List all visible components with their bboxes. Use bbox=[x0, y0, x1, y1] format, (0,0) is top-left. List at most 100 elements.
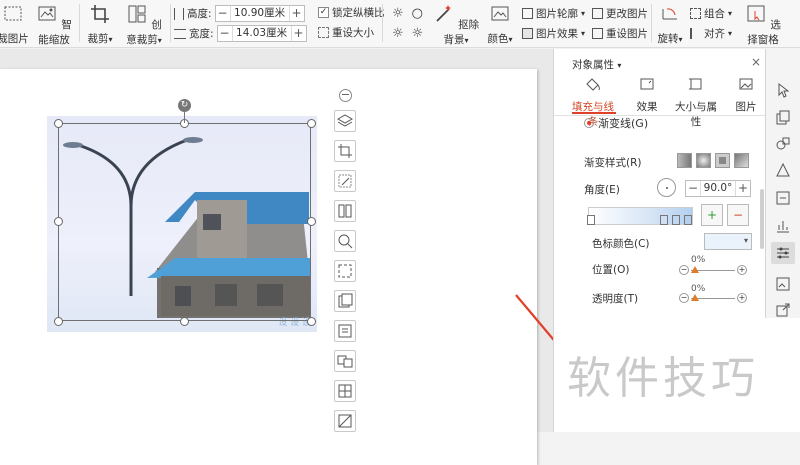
reset-size-icon bbox=[318, 27, 329, 38]
smart-zoom-button[interactable]: 智能缩放 bbox=[34, 3, 74, 47]
crop-image-button[interactable]: 裁图片 bbox=[0, 3, 30, 46]
properties-rail-button[interactable] bbox=[771, 242, 795, 264]
rotate-button[interactable]: 旋转▾ bbox=[655, 3, 685, 46]
selection-pane-button[interactable]: 选择窗格 bbox=[741, 3, 785, 47]
picture-to-pdf-icon[interactable] bbox=[334, 290, 356, 312]
linear-gradient-option[interactable] bbox=[677, 153, 692, 168]
position-slider[interactable]: − + bbox=[679, 264, 747, 278]
remove-background-tool-icon[interactable] bbox=[334, 170, 356, 192]
angle-dial[interactable] bbox=[657, 178, 676, 197]
increase-brightness-icon[interactable]: ☼ bbox=[392, 6, 404, 21]
close-icon[interactable]: × bbox=[751, 55, 761, 69]
resize-handle-right[interactable] bbox=[307, 217, 316, 226]
align-button[interactable]: 对齐 ▾ bbox=[690, 26, 732, 41]
crop-button[interactable]: 裁剪▾ bbox=[84, 3, 116, 46]
copy-icon[interactable] bbox=[774, 109, 792, 127]
crop-tool-icon[interactable] bbox=[334, 140, 356, 162]
delete-gradient-stop-icon[interactable]: − bbox=[727, 204, 749, 226]
height-increment[interactable]: + bbox=[290, 6, 304, 21]
decrease-contrast-icon[interactable]: ☼ bbox=[412, 26, 424, 41]
stop-color-dropdown[interactable]: ▾ bbox=[704, 233, 752, 250]
transparency-label: 透明度(T) bbox=[592, 293, 639, 305]
tab-picture[interactable]: 图片 bbox=[731, 76, 761, 114]
picture-effects-tool-icon[interactable] bbox=[334, 260, 356, 282]
triangle-icon[interactable] bbox=[774, 161, 792, 179]
resize-handle-bottom[interactable] bbox=[180, 317, 189, 326]
transparency-slider[interactable]: − + bbox=[679, 292, 747, 306]
group-button[interactable]: 组合 ▾ bbox=[690, 6, 732, 21]
height-icon bbox=[174, 7, 184, 20]
gradient-stop-1[interactable] bbox=[660, 215, 668, 225]
reset-size-button[interactable]: 重设大小 bbox=[318, 25, 374, 40]
cursor-select-icon[interactable] bbox=[774, 81, 792, 99]
picture-outline-button[interactable]: 图片轮廓 ▾ bbox=[522, 6, 585, 21]
picture-collage-icon[interactable] bbox=[334, 380, 356, 402]
slide[interactable]: 设 设 设 ↻ − bbox=[0, 69, 537, 465]
resize-handle-top-left[interactable] bbox=[54, 119, 63, 128]
picture-compare-icon[interactable] bbox=[334, 350, 356, 372]
angle-increment[interactable]: + bbox=[736, 181, 750, 196]
color-palette-icon bbox=[491, 6, 509, 21]
decrease-brightness-icon[interactable]: ○ bbox=[412, 6, 423, 21]
angle-label: 角度(E) bbox=[584, 184, 620, 196]
gradient-stop-2[interactable] bbox=[672, 215, 680, 225]
resize-handle-top-right[interactable] bbox=[307, 119, 316, 128]
resize-handle-bottom-right[interactable] bbox=[307, 317, 316, 326]
checkbox-checked-icon: ✓ bbox=[318, 7, 329, 18]
path-gradient-option[interactable] bbox=[734, 153, 749, 168]
height-input[interactable]: −10.90厘米 + bbox=[214, 5, 305, 22]
slider-thumb[interactable] bbox=[691, 266, 699, 273]
split-picture-icon[interactable] bbox=[334, 200, 356, 222]
width-icon bbox=[174, 28, 186, 39]
gradient-style-label: 渐变样式(R) bbox=[584, 157, 642, 169]
paint-bucket-icon bbox=[586, 78, 600, 91]
gradient-stop-0[interactable] bbox=[587, 215, 595, 225]
slider-decrement-icon[interactable]: − bbox=[679, 293, 689, 303]
slider-increment-icon[interactable]: + bbox=[737, 265, 747, 275]
add-gradient-stop-icon[interactable]: + bbox=[701, 204, 723, 226]
gradient-line-radio[interactable]: 渐变线(G) bbox=[584, 115, 648, 131]
slider-decrement-icon[interactable]: − bbox=[679, 265, 689, 275]
width-control: 宽度: −14.03厘米 + bbox=[174, 25, 307, 42]
separator bbox=[651, 4, 652, 42]
resize-handle-bottom-left[interactable] bbox=[54, 317, 63, 326]
shapes-icon[interactable] bbox=[774, 135, 792, 153]
slider-thumb[interactable] bbox=[691, 294, 699, 301]
width-input[interactable]: −14.03厘米 + bbox=[216, 25, 307, 42]
creative-crop-button[interactable]: 创意裁剪▾ bbox=[121, 3, 167, 47]
color-button[interactable]: 颜色▾ bbox=[485, 3, 515, 46]
picture-effects-button[interactable]: 图片效果 ▾ bbox=[522, 26, 585, 41]
picture-to-text-icon[interactable] bbox=[334, 320, 356, 342]
rectangular-gradient-option[interactable] bbox=[715, 153, 730, 168]
layers-icon[interactable] bbox=[334, 110, 356, 132]
selection-frame bbox=[58, 123, 311, 321]
tab-size-and-properties[interactable]: 大小与属性 bbox=[670, 76, 722, 129]
width-increment[interactable]: + bbox=[292, 26, 306, 41]
remove-background-button[interactable]: 抠除背景▾ bbox=[431, 3, 481, 47]
reset-picture-icon bbox=[592, 28, 603, 39]
resize-handle-left[interactable] bbox=[54, 217, 63, 226]
angle-input[interactable]: − 90.0° + bbox=[685, 180, 751, 197]
lock-ratio-checkbox[interactable]: ✓ 锁定纵横比 bbox=[318, 5, 385, 20]
radial-gradient-option[interactable] bbox=[696, 153, 711, 168]
transition-icon[interactable] bbox=[774, 189, 792, 207]
tab-effects[interactable]: 效果 bbox=[632, 76, 662, 114]
slider-increment-icon[interactable]: + bbox=[737, 293, 747, 303]
gradient-stop-3[interactable] bbox=[684, 215, 692, 225]
angle-decrement[interactable]: − bbox=[686, 181, 700, 196]
collapse-toolbar-icon[interactable]: − bbox=[339, 89, 352, 102]
change-picture-button[interactable]: 更改图片 bbox=[592, 6, 648, 21]
rotate-handle-icon[interactable]: ↻ bbox=[178, 99, 191, 112]
reset-picture-button[interactable]: 重设图片 bbox=[592, 26, 648, 41]
picture-rail-icon[interactable] bbox=[774, 275, 792, 293]
share-icon[interactable] bbox=[774, 301, 792, 319]
zoom-picture-icon[interactable] bbox=[334, 230, 356, 252]
gradient-style-options bbox=[677, 153, 749, 168]
panel-scrollbar[interactable] bbox=[760, 189, 764, 249]
picture-border-icon[interactable] bbox=[334, 410, 356, 432]
chart-icon[interactable] bbox=[774, 217, 792, 235]
height-decrement[interactable]: − bbox=[216, 6, 230, 21]
width-decrement[interactable]: − bbox=[218, 26, 232, 41]
increase-contrast-icon[interactable]: ☼ bbox=[392, 26, 404, 41]
ribbon-toolbar: 裁图片 智能缩放 裁剪▾ 创意裁剪▾ 高度: −10.90厘米 + 宽度: −14… bbox=[0, 0, 800, 48]
